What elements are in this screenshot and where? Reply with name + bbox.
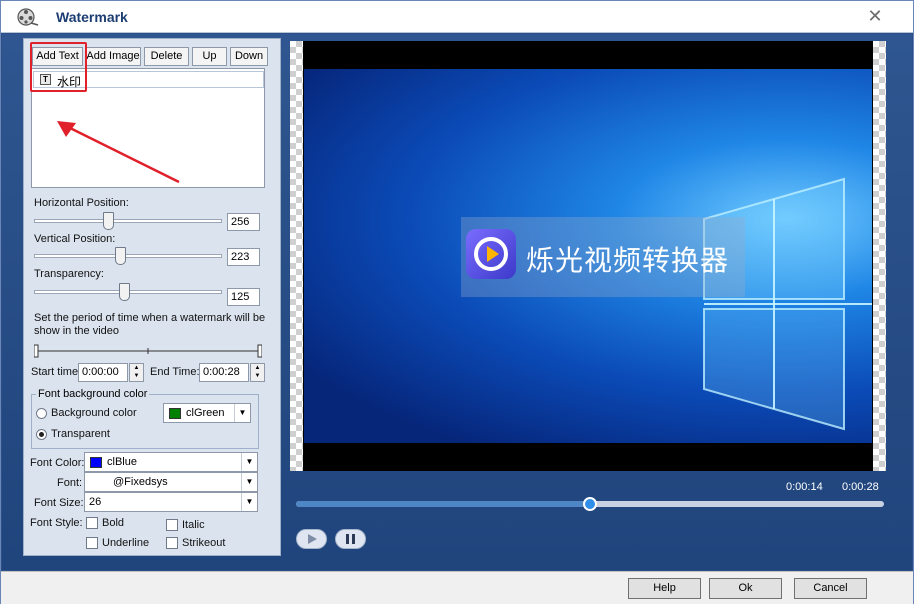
italic-label: Italic — [182, 519, 205, 531]
watermark-text[interactable]: 烁光视频转换器 — [526, 239, 729, 279]
watermark-window: Watermark ✕ Add Text Add Image Delete Up… — [0, 0, 914, 604]
period-label: Set the period of time when a watermark … — [34, 312, 266, 337]
background-color-value: clGreen — [186, 407, 225, 419]
start-time-field[interactable]: 0:00:00 — [78, 363, 128, 382]
font-background-group: Font background color Background color T… — [31, 388, 259, 449]
font-size-value: 26 — [89, 496, 102, 508]
transparency-slider-thumb[interactable] — [119, 283, 130, 301]
dialog-button-bar: Help Ok Cancel — [1, 571, 913, 604]
ok-button[interactable]: Ok — [709, 578, 782, 599]
chevron-down-icon: ▼ — [241, 453, 257, 471]
transparency-label: Transparency: — [34, 268, 104, 280]
current-time-label: 0:00:14 — [786, 481, 823, 493]
end-time-stepper[interactable]: ▲ ▼ — [250, 363, 265, 382]
horizontal-position-label: Horizontal Position: — [34, 197, 129, 209]
underline-label: Underline — [102, 537, 150, 549]
progress-thumb[interactable] — [583, 497, 597, 511]
title-bar: Watermark ✕ — [1, 1, 913, 33]
background-color-select[interactable]: clGreen ▼ — [163, 403, 251, 423]
help-button[interactable]: Help — [628, 578, 701, 599]
add-image-button[interactable]: Add Image — [85, 47, 141, 66]
film-reel-icon — [17, 8, 39, 26]
font-select[interactable]: @Fixedsys ▼ — [84, 472, 258, 492]
font-label: Font: — [57, 477, 83, 489]
background-color-radio[interactable] — [36, 408, 47, 419]
pause-icon — [346, 534, 355, 544]
blue-swatch — [90, 457, 102, 468]
vertical-value-field[interactable]: 223 — [227, 248, 260, 266]
font-style-label: Font Style: — [30, 517, 83, 529]
horizontal-value-field[interactable]: 256 — [227, 213, 260, 231]
chevron-down-icon: ▼ — [241, 473, 257, 491]
font-color-label: Font Color: — [30, 457, 85, 469]
cancel-button[interactable]: Cancel — [794, 578, 867, 599]
transparent-radio[interactable] — [36, 429, 47, 440]
video-preview: 烁光视频转换器 — [290, 41, 886, 471]
left-transparency-strip — [290, 41, 303, 471]
font-size-label: Font Size: — [34, 497, 84, 509]
italic-checkbox[interactable] — [166, 519, 178, 531]
progress-fill — [296, 501, 590, 507]
video-frame-image: 烁光视频转换器 — [304, 69, 872, 443]
annotation-arrow-icon — [57, 121, 180, 184]
font-size-select[interactable]: 26 ▼ — [84, 492, 258, 512]
strikeout-label: Strikeout — [182, 537, 226, 549]
playback-progress[interactable] — [296, 497, 884, 511]
green-swatch — [169, 408, 181, 419]
transparent-label: Transparent — [51, 428, 110, 440]
vertical-slider-track[interactable] — [34, 254, 222, 258]
end-time-field[interactable]: 0:00:28 — [199, 363, 249, 382]
font-background-group-title: Font background color — [36, 388, 150, 400]
delete-button[interactable]: Delete — [144, 47, 189, 66]
up-button[interactable]: Up — [192, 47, 227, 66]
horizontal-slider-track[interactable] — [34, 219, 222, 223]
right-transparency-strip — [873, 41, 886, 471]
play-logo-icon — [466, 229, 516, 279]
transparency-value-field[interactable]: 125 — [227, 288, 260, 306]
down-button[interactable]: Down — [230, 47, 268, 66]
time-range-slider[interactable] — [34, 344, 262, 358]
play-icon — [308, 534, 317, 544]
bold-label: Bold — [102, 517, 125, 529]
pause-button[interactable] — [335, 529, 366, 549]
underline-checkbox[interactable] — [86, 537, 98, 549]
font-color-select[interactable]: clBlue ▼ — [84, 452, 258, 472]
play-button[interactable] — [296, 529, 327, 549]
total-time-label: 0:00:28 — [842, 481, 879, 493]
chevron-down-icon: ▼ — [241, 493, 257, 511]
close-button[interactable]: ✕ — [863, 5, 887, 27]
end-time-label: End Time: — [150, 366, 200, 378]
close-icon: ✕ — [867, 6, 883, 26]
strikeout-checkbox[interactable] — [166, 537, 178, 549]
vertical-position-label: Vertical Position: — [34, 233, 116, 245]
window-title: Watermark — [56, 9, 128, 25]
start-time-label: Start time: — [31, 366, 82, 378]
chevron-down-icon: ▼ — [234, 404, 250, 422]
background-color-label: Background color — [51, 407, 137, 419]
start-time-stepper[interactable]: ▲ ▼ — [129, 363, 144, 382]
horizontal-slider-thumb[interactable] — [103, 212, 114, 230]
settings-panel: Add Text Add Image Delete Up Down T 水印 H… — [23, 38, 281, 556]
highlight-box — [30, 42, 87, 92]
bold-checkbox[interactable] — [86, 517, 98, 529]
font-color-value: clBlue — [107, 456, 137, 468]
font-value: @Fixedsys — [113, 476, 168, 488]
vertical-slider-thumb[interactable] — [115, 247, 126, 265]
